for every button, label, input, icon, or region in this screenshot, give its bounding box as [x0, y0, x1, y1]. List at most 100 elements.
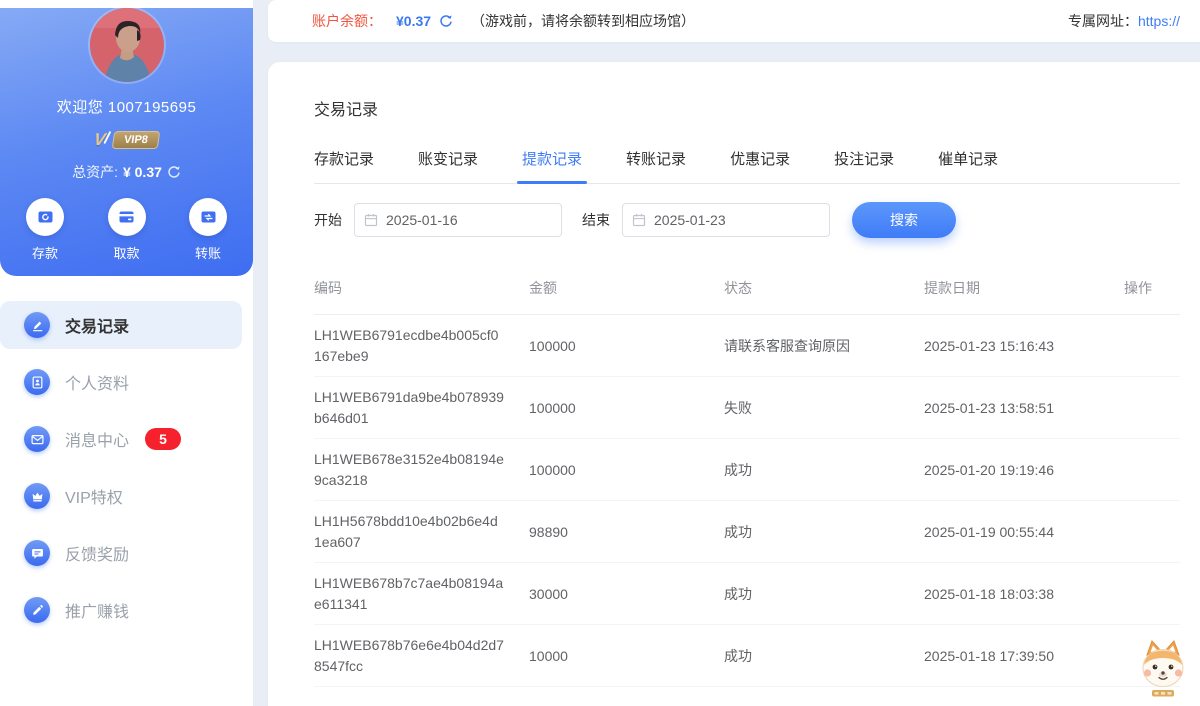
cell-status: 请联系客服查询原因 [724, 336, 924, 356]
quick-action-label: 取款 [113, 243, 139, 262]
cell-status: 成功 [724, 460, 924, 480]
sidebar-menu: 交易记录个人资料消息中心5 VIP特权反馈奖励推广赚钱 [0, 301, 253, 634]
sidebar-item-label: 推广赚钱 [65, 598, 129, 622]
tab-转账记录[interactable]: 转账记录 [626, 148, 686, 183]
search-button[interactable]: 搜索 [852, 202, 956, 238]
cell-code: LH1WEB6791da9be4b078939b646d01 [314, 387, 504, 429]
sidebar-item-反馈奖励[interactable]: 反馈奖励 [0, 529, 242, 577]
column-header-金额: 金额 [529, 278, 724, 298]
sidebar-item-推广赚钱[interactable]: 推广赚钱 [0, 586, 242, 634]
quick-actions: 存款 取款 转账 [0, 198, 253, 262]
cell-date: 2025-01-20 19:19:46 [924, 462, 1124, 478]
vip-v-logo-icon: V [92, 130, 106, 150]
topbar: 账户余额： ¥0.37 （游戏前，请将余额转到相应场馆） 专属网址： https… [268, 0, 1200, 42]
table-row: LH1H5678bdd10e4b02b6e4d1ea60798890成功2025… [314, 501, 1180, 563]
cell-code: LH1WEB678b7c7ae4b08194ae611341 [314, 573, 504, 615]
cell-amount: 100000 [529, 462, 724, 478]
table-row: LH1WEB678b76e6e4b04d2d78547fcc 10000成功202… [314, 625, 1180, 687]
balance-group: 账户余额： ¥0.37 （游戏前，请将余额转到相应场馆） [312, 11, 695, 31]
assets-label: 总资产: [72, 162, 118, 182]
quick-action-label: 转账 [195, 243, 221, 262]
table-row: LH1WEB678b76e0e4b0819410000成功2025-01-18 … [314, 687, 1180, 706]
cell-date: 2025-01-18 17:39:50 [924, 648, 1124, 664]
withdraw-wallet-icon [108, 198, 146, 236]
cell-date: 2025-01-23 15:16:43 [924, 338, 1124, 354]
table-header: 编码金额状态提款日期操作 [314, 268, 1180, 315]
avatar[interactable] [90, 8, 164, 82]
quick-action-label: 存款 [32, 243, 58, 262]
cell-status: 成功 [724, 522, 924, 542]
sidebar-item-label: 交易记录 [65, 313, 129, 337]
cell-amount: 30000 [529, 586, 724, 602]
cell-date: 2025-01-18 18:03:38 [924, 586, 1124, 602]
sidebar-item-交易记录[interactable]: 交易记录 [0, 301, 242, 349]
tab-优惠记录[interactable]: 优惠记录 [730, 148, 790, 183]
quick-action-转账[interactable]: 转账 [189, 198, 227, 262]
table-body: LH1WEB6791ecdbe4b005cf0167ebe9100000请联系客… [314, 315, 1180, 706]
sidebar-item-消息中心[interactable]: 消息中心5 [0, 415, 242, 463]
tab-账变记录[interactable]: 账变记录 [418, 148, 478, 183]
deposit-card-icon [26, 198, 64, 236]
table-row: LH1WEB6791da9be4b078939b646d01100000失败20… [314, 377, 1180, 439]
sidebar: 欢迎您 1007195695 V VIP8 总资产: ¥ 0.37 存款 取款 转账… [0, 0, 253, 706]
site-url-label: 专属网址： [1068, 11, 1138, 31]
site-url-group: 专属网址： https:// [1068, 11, 1180, 31]
column-header-状态: 状态 [724, 278, 924, 298]
cell-code: LH1WEB678e3152e4b08194e9ca3218 [314, 449, 504, 491]
sidebar-item-个人资料[interactable]: 个人资料 [0, 358, 242, 406]
unread-count-badge: 5 [145, 428, 181, 450]
balance-label: 账户余额： [312, 11, 382, 31]
cell-code: LH1WEB678b76e6e4b04d2d78547fcc [314, 635, 504, 677]
tab-存款记录[interactable]: 存款记录 [314, 148, 374, 183]
tab-投注记录[interactable]: 投注记录 [834, 148, 894, 183]
column-header-操作: 操作 [1124, 278, 1180, 298]
start-date-input[interactable]: 2025-01-16 [354, 203, 562, 237]
start-date-label: 开始 [314, 210, 342, 230]
assets-value: ¥ 0.37 [123, 164, 162, 180]
transfer-card-icon [189, 198, 227, 236]
refresh-balance-icon[interactable] [439, 14, 453, 28]
sidebar-item-label: 反馈奖励 [65, 541, 129, 565]
calendar-icon [364, 213, 378, 227]
table-row: LH1WEB678e3152e4b08194e9ca3218 100000成功20… [314, 439, 1180, 501]
balance-note: （游戏前，请将余额转到相应场馆） [471, 11, 695, 31]
pencil-icon [24, 597, 50, 623]
cell-code: LH1H5678bdd10e4b02b6e4d1ea607 [314, 511, 504, 553]
id-card-icon [24, 369, 50, 395]
column-header-编码: 编码 [314, 278, 529, 298]
tab-催单记录[interactable]: 催单记录 [938, 148, 998, 183]
welcome-text: 欢迎您 1007195695 [0, 96, 253, 117]
start-date-value: 2025-01-16 [386, 212, 458, 228]
chat-bubble-icon [24, 540, 50, 566]
withdrawal-table: 编码金额状态提款日期操作 LH1WEB6791ecdbe4b005cf0167e… [314, 268, 1180, 706]
cell-status: 成功 [724, 584, 924, 604]
crown-icon [24, 483, 50, 509]
quick-action-取款[interactable]: 取款 [108, 198, 146, 262]
vip-badge: V VIP8 [0, 130, 253, 150]
site-url-link[interactable]: https:// [1138, 13, 1180, 29]
end-date-value: 2025-01-23 [654, 212, 726, 228]
tab-提款记录[interactable]: 提款记录 [522, 148, 582, 183]
cell-amount: 10000 [529, 648, 724, 664]
total-assets: 总资产: ¥ 0.37 [0, 162, 253, 182]
tabs: 存款记录 账变记录 提款记录 转账记录 优惠记录 投注记录 催单记录 [314, 148, 1180, 184]
sidebar-item-label: 个人资料 [65, 370, 129, 394]
date-filters: 开始 2025-01-16 结束 2025-01-23 搜索 [314, 202, 1180, 238]
calendar-icon [632, 213, 646, 227]
cell-status: 成功 [724, 646, 924, 666]
refresh-icon[interactable] [167, 165, 181, 179]
balance-value: ¥0.37 [396, 13, 431, 29]
table-row: LH1WEB6791ecdbe4b005cf0167ebe9 100000请联系客… [314, 315, 1180, 377]
envelope-icon [24, 426, 50, 452]
quick-action-存款[interactable]: 存款 [26, 198, 64, 262]
avatar-photo [90, 8, 164, 82]
cell-code: LH1WEB6791ecdbe4b005cf0167ebe9 [314, 325, 504, 367]
vip-level-label: VIP8 [112, 131, 160, 149]
end-date-input[interactable]: 2025-01-23 [622, 203, 830, 237]
end-date-label: 结束 [582, 210, 610, 230]
cell-date: 2025-01-23 13:58:51 [924, 400, 1124, 416]
sidebar-item-VIP特权[interactable]: VIP特权 [0, 472, 242, 520]
table-row: LH1WEB678b7c7ae4b08194ae611341 30000成功202… [314, 563, 1180, 625]
cell-amount: 100000 [529, 338, 724, 354]
mascot-chat-icon[interactable] [1134, 637, 1192, 702]
